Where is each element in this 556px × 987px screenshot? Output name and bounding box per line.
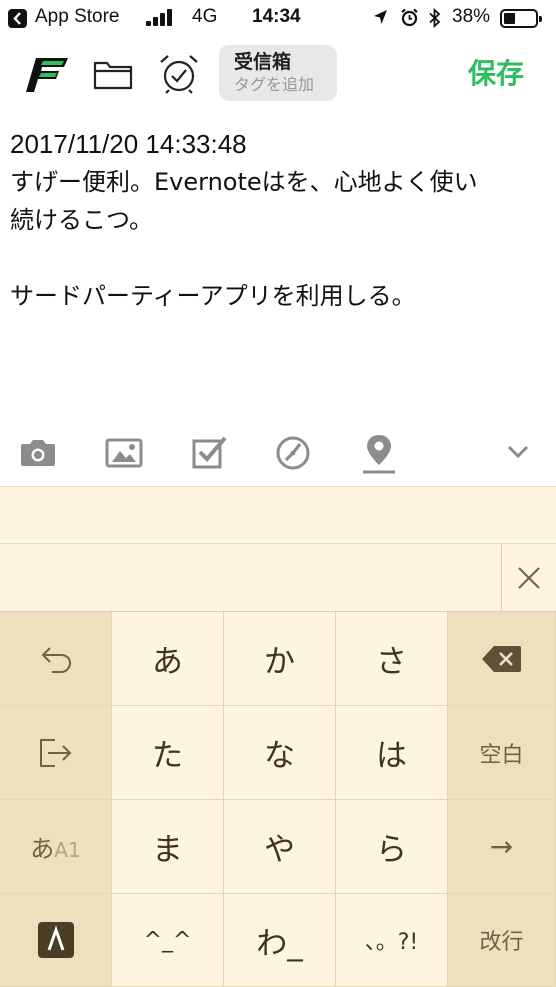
key-ma[interactable]: ま — [112, 800, 224, 894]
battery-fill — [504, 13, 515, 24]
editor-toolbar: 受信箱 タグを追加 保存 — [0, 38, 556, 108]
note-editor[interactable]: 2017/11/20 14:33:48 すげー便利。Evernoteはを、心地よ… — [10, 125, 550, 315]
arrow-right-label: → — [489, 830, 514, 863]
battery-icon — [500, 9, 542, 28]
location-arrow-icon — [374, 10, 387, 24]
close-input-button[interactable] — [501, 544, 556, 611]
status-time: 14:34 — [252, 6, 301, 27]
key-label: な — [264, 738, 295, 774]
network-type: 4G — [192, 6, 218, 27]
space-label: 空白 — [479, 742, 524, 768]
undo-key[interactable] — [0, 612, 112, 706]
key-ha[interactable]: は — [336, 706, 448, 800]
battery-percent: 38% — [452, 6, 491, 27]
mode-alpha: A1 — [54, 838, 81, 862]
key-label: ^_^ — [143, 927, 192, 953]
key-label: か — [264, 644, 295, 680]
checkbox-icon[interactable] — [191, 432, 229, 472]
backspace-key[interactable] — [448, 612, 556, 706]
keyboard-switch-icon — [37, 922, 74, 958]
back-arrow-icon[interactable] — [8, 9, 27, 28]
key-label: ま — [152, 832, 183, 868]
keyboard-switch-key[interactable] — [0, 894, 112, 987]
input-mode-label: あA1 — [30, 829, 80, 864]
key-wa[interactable]: わ_ — [224, 894, 336, 987]
camera-icon[interactable] — [19, 432, 57, 472]
app-logo-icon[interactable] — [26, 57, 70, 93]
cursor-move-icon — [39, 738, 71, 767]
note-line — [10, 239, 550, 277]
key-ta[interactable]: た — [112, 706, 224, 800]
reminder-icon[interactable] — [274, 432, 312, 472]
undo-icon — [41, 646, 71, 673]
key-label: わ_ — [256, 925, 303, 962]
key-ya[interactable]: や — [224, 800, 336, 894]
alarm-icon — [401, 8, 418, 27]
signal-icon — [146, 9, 176, 26]
key-ra[interactable]: ら — [336, 800, 448, 894]
arrow-right-key[interactable]: → — [448, 800, 556, 894]
conversion-candidate-bar — [0, 486, 556, 544]
close-icon — [518, 566, 540, 589]
note-line: 2017/11/20 14:33:48 — [10, 129, 247, 159]
key-label: さ — [376, 644, 407, 680]
key-label: あ — [152, 644, 183, 680]
add-tag-placeholder: タグを追加 — [234, 75, 315, 94]
back-to-app-store-link[interactable]: App Store — [35, 6, 120, 28]
space-key[interactable]: 空白 — [448, 706, 556, 800]
note-line: サードパーティーアプリを利用しる。 — [10, 282, 416, 310]
note-line: 続けるこつ。 — [10, 206, 154, 234]
save-button[interactable]: 保存 — [468, 52, 524, 92]
note-line: すげー便利。Evernoteはを、心地よく使い — [10, 168, 478, 196]
key-label: 、。?! — [364, 930, 419, 955]
key-label: ら — [376, 832, 407, 868]
return-key[interactable]: 改行 — [448, 894, 556, 987]
status-bar: App Store 4G 14:34 38% — [0, 0, 556, 38]
key-emoticon[interactable]: ^_^ — [112, 894, 224, 987]
cursor-key[interactable] — [0, 706, 112, 800]
key-label: は — [376, 738, 407, 774]
notebook-tag-chip[interactable]: 受信箱 タグを追加 — [219, 45, 337, 101]
key-sa[interactable]: さ — [336, 612, 448, 706]
input-mode-key[interactable]: あA1 — [0, 800, 112, 894]
folder-icon[interactable] — [93, 58, 133, 90]
key-label: た — [152, 738, 183, 774]
kana-keyboard: あ か さ た な は 空白 あA1 ま や ら → ^_^ わ_ 、。?! 改… — [0, 612, 556, 987]
key-na[interactable]: な — [224, 706, 336, 800]
key-punctuation[interactable]: 、。?! — [336, 894, 448, 987]
chevron-down-icon[interactable] — [505, 436, 531, 466]
return-label: 改行 — [479, 930, 524, 955]
key-ka[interactable]: か — [224, 612, 336, 706]
backspace-icon — [481, 645, 521, 672]
location-icon[interactable] — [360, 432, 398, 476]
reminder-alarm-icon[interactable] — [158, 53, 200, 95]
bluetooth-icon — [429, 8, 441, 28]
notebook-name: 受信箱 — [234, 51, 292, 73]
format-toolbar — [0, 424, 556, 486]
image-icon[interactable] — [105, 432, 143, 472]
key-label: や — [264, 832, 295, 868]
key-a[interactable]: あ — [112, 612, 224, 706]
mode-kana: あ — [30, 835, 55, 863]
input-preview-bar — [0, 544, 556, 612]
